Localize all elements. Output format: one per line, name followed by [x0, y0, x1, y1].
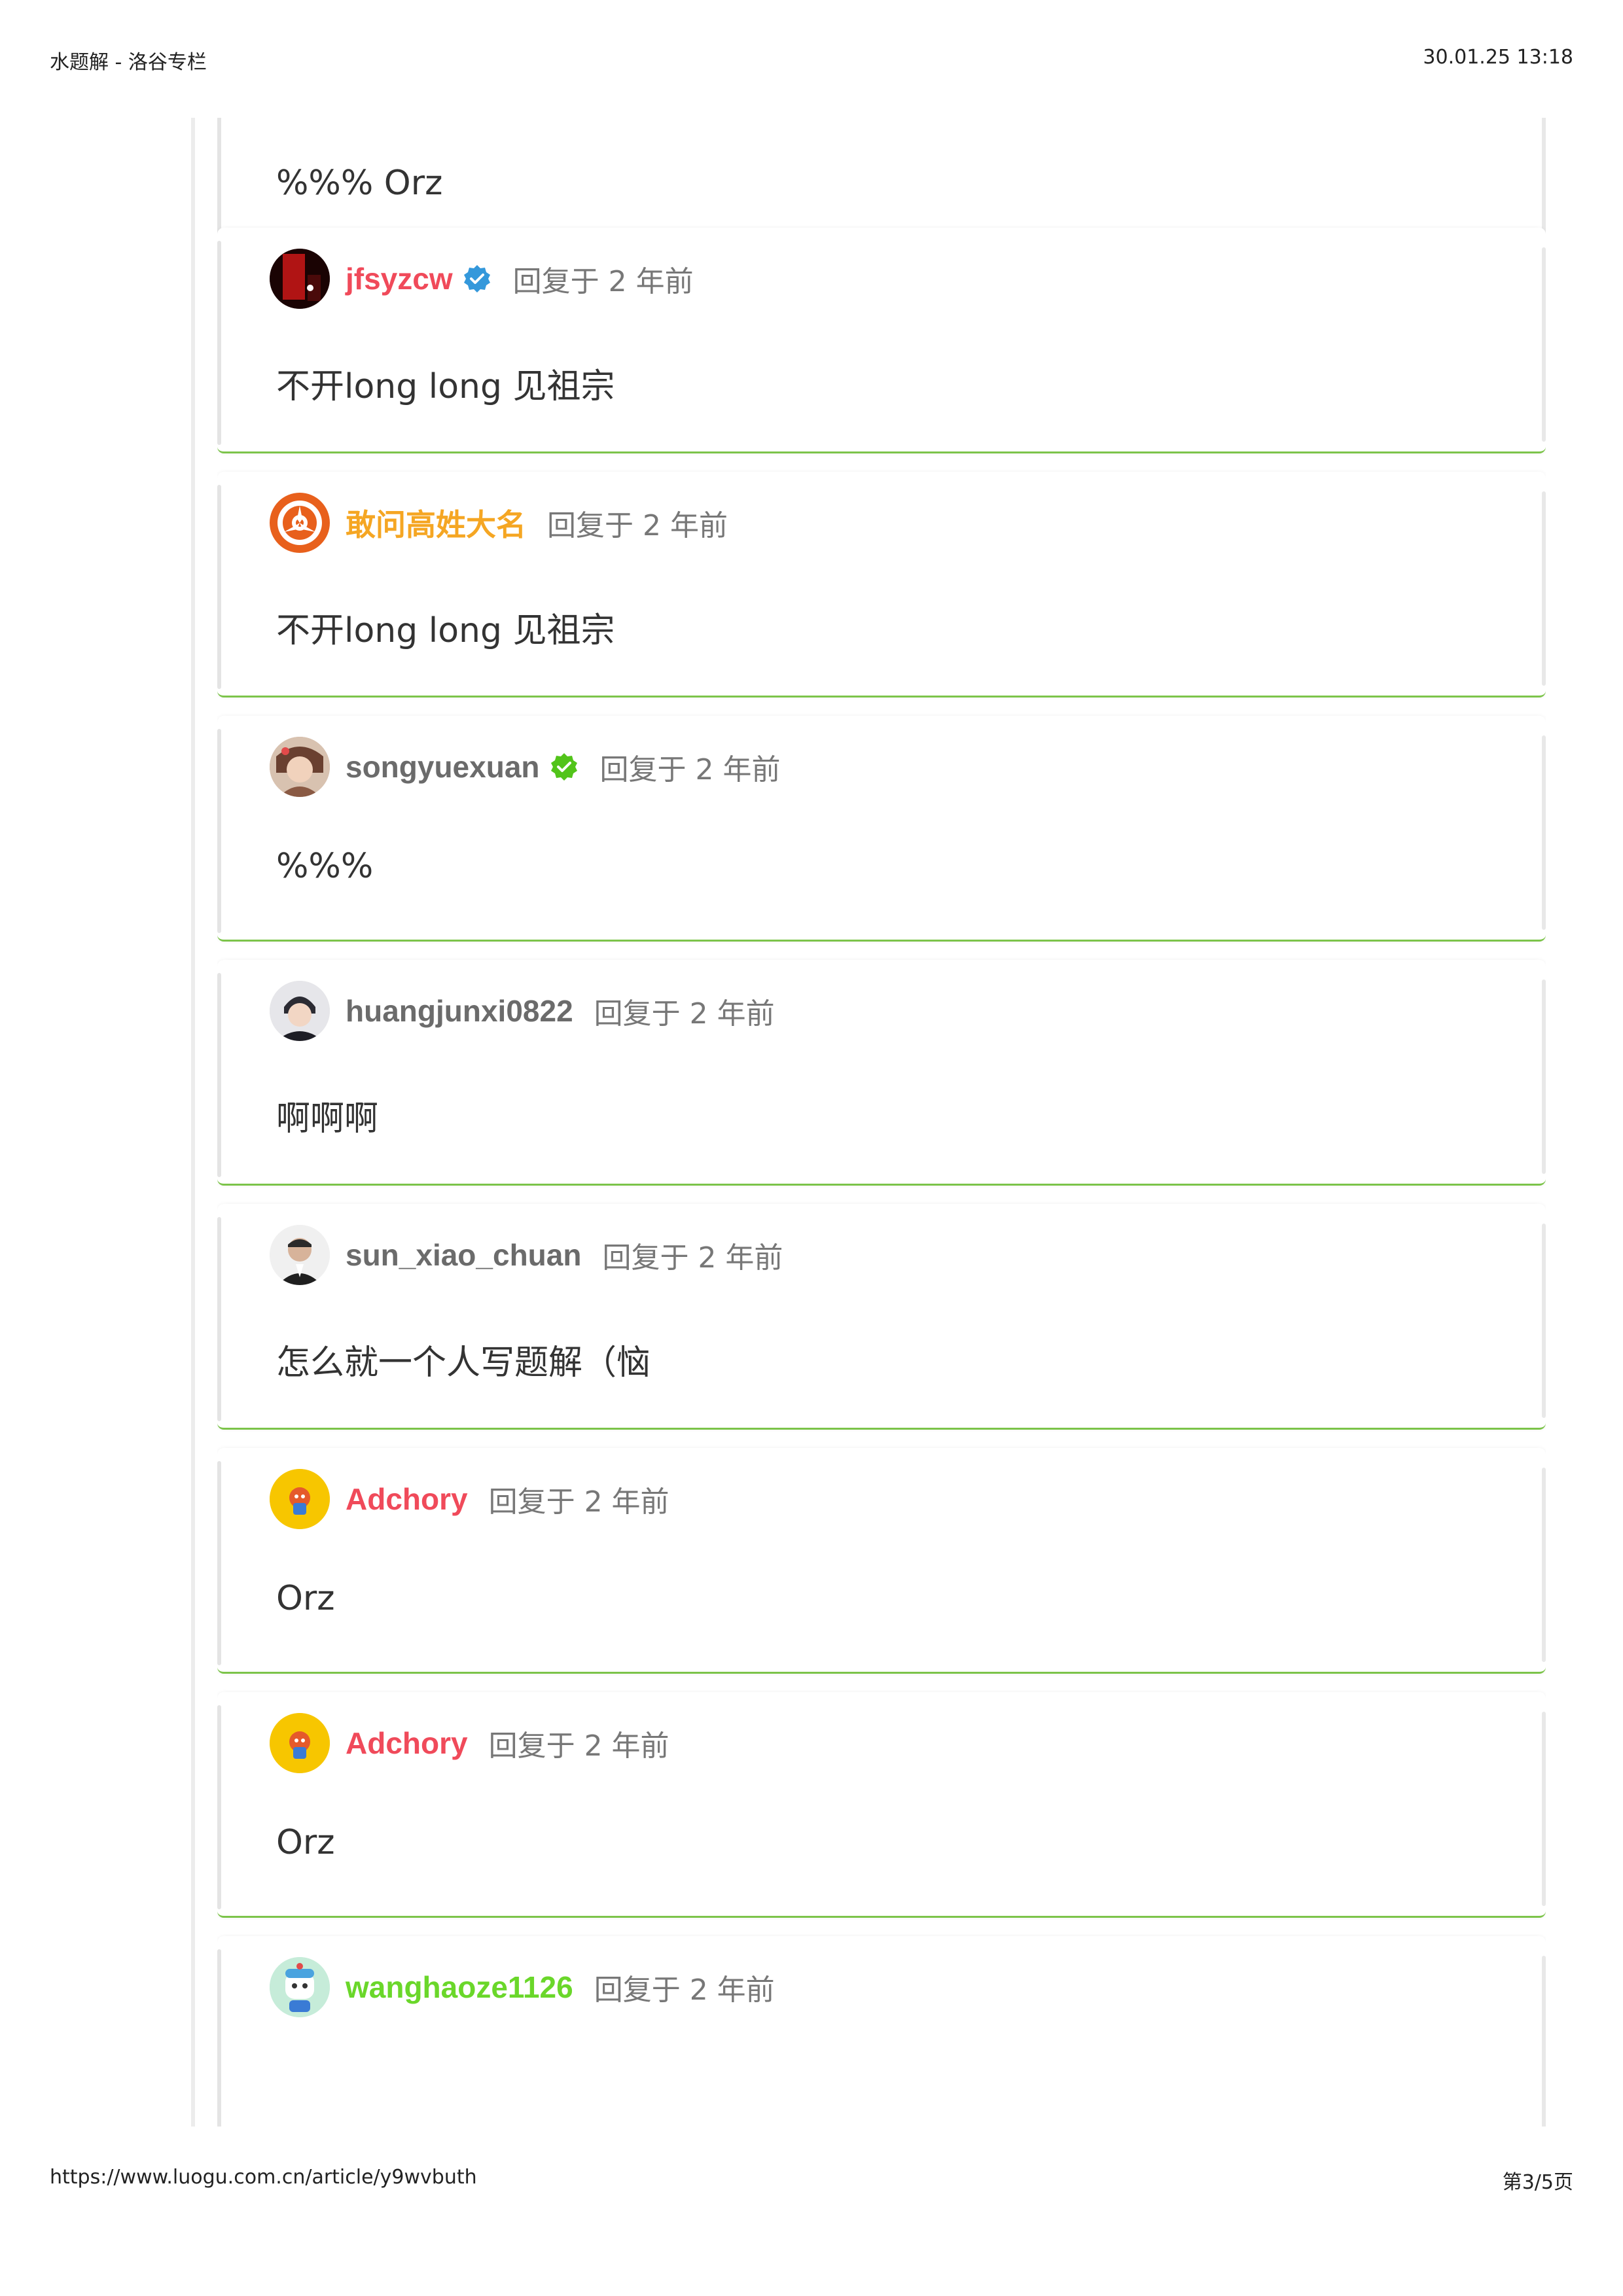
username-link[interactable]: wanghaoze1126: [346, 1969, 573, 2005]
reply-time: 回复于 2 年前: [488, 1485, 669, 1519]
comment-text: 不开long long 见祖宗: [276, 367, 615, 406]
page-title: 水题解 - 洛谷专栏: [50, 51, 207, 74]
reply-time: 回复于 2 年前: [599, 753, 781, 786]
username-link[interactable]: Adchory: [346, 1725, 468, 1761]
reply-time: 回复于 2 年前: [594, 1973, 775, 2007]
comment-text: Orz: [276, 1823, 335, 1862]
man-portrait-icon: [270, 1225, 330, 1285]
avatar[interactable]: [270, 981, 330, 1041]
username-link[interactable]: jfsyzcw: [346, 261, 453, 296]
reply-time: 回复于 2 年前: [594, 997, 775, 1031]
comment-meta: Adchory 回复于 2 年前: [270, 1712, 669, 1775]
comment-card: Adchory 回复于 2 年前 Orz: [217, 1692, 1546, 1918]
comment-meta: huangjunxi0822 回复于 2 年前: [270, 980, 775, 1042]
comment-card: jfsyzcw 回复于 2 年前 不开long long 见祖宗: [217, 228, 1546, 453]
comment-card: huangjunxi0822 回复于 2 年前 啊啊啊: [217, 960, 1546, 1186]
comment-card: wanghaoze1126 回复于 2 年前: [217, 1936, 1546, 2127]
blue-cartoon-icon: [270, 1957, 330, 2017]
comment-meta: songyuexuan 回复于 2 年前: [270, 735, 780, 798]
reply-time: 回复于 2 年前: [602, 1241, 783, 1275]
avatar[interactable]: [270, 249, 330, 309]
comment-text: %%% Orz: [276, 164, 443, 203]
username-link[interactable]: huangjunxi0822: [346, 993, 573, 1029]
yellow-cartoon-icon: [270, 1713, 330, 1773]
username-link[interactable]: Adchory: [346, 1481, 468, 1517]
comment-text: 不开long long 见祖宗: [276, 611, 615, 650]
comment-text: %%%: [276, 847, 374, 886]
avatar[interactable]: [270, 737, 330, 797]
reply-time: 回复于 2 年前: [512, 265, 694, 298]
green-check-icon: [550, 753, 577, 781]
comment-meta: jfsyzcw 回复于 2 年前: [270, 247, 694, 310]
dark-red-portrait-icon: [270, 249, 330, 309]
comment-meta: sun_xiao_chuan 回复于 2 年前: [270, 1224, 783, 1286]
comment-card: songyuexuan 回复于 2 年前 %%%: [217, 716, 1546, 942]
username-link[interactable]: sun_xiao_chuan: [346, 1237, 581, 1273]
print-footer: https://www.luogu.com.cn/article/y9wvbut…: [50, 2166, 1573, 2194]
blue-check-icon: [463, 265, 490, 292]
reply-time: 回复于 2 年前: [488, 1729, 669, 1763]
page-number: 第3/5页: [1502, 2171, 1573, 2194]
comment-text: 怎么就一个人写题解（恼: [276, 1343, 651, 1383]
avatar[interactable]: [270, 1225, 330, 1285]
comment-card: 敢问高姓大名 回复于 2 年前 不开long long 见祖宗: [217, 472, 1546, 698]
comment-list: %%% Orz jfsyzcw 回复于 2 年前 不开long long 见祖宗: [217, 118, 1546, 2127]
orange-wheel-icon: [271, 494, 329, 552]
avatar[interactable]: [270, 1957, 330, 2017]
avatar[interactable]: [270, 1713, 330, 1773]
comment-text: Orz: [276, 1579, 335, 1618]
reply-time: 回复于 2 年前: [547, 509, 728, 542]
avatar[interactable]: [270, 493, 330, 553]
yellow-cartoon-icon: [270, 1469, 330, 1529]
comment-meta: wanghaoze1126 回复于 2 年前: [270, 1956, 775, 2019]
username-link[interactable]: songyuexuan: [346, 749, 540, 785]
thread-line: [191, 118, 195, 2127]
print-datetime: 30.01.25 13:18: [1423, 46, 1573, 69]
page-url: https://www.luogu.com.cn/article/y9wvbut…: [50, 2166, 477, 2189]
person-portrait-icon: [270, 981, 330, 1041]
comment-card: Adchory 回复于 2 年前 Orz: [217, 1448, 1546, 1674]
avatar[interactable]: [270, 1469, 330, 1529]
comment-text: 啊啊啊: [276, 1099, 379, 1139]
anime-portrait-icon: [270, 737, 330, 797]
comment-meta: Adchory 回复于 2 年前: [270, 1468, 669, 1530]
comment-meta: 敢问高姓大名 回复于 2 年前: [270, 491, 728, 554]
print-header: 水题解 - 洛谷专栏 30.01.25 13:18: [50, 46, 1573, 74]
username-link[interactable]: 敢问高姓大名: [346, 501, 526, 544]
comment-card: sun_xiao_chuan 回复于 2 年前 怎么就一个人写题解（恼: [217, 1204, 1546, 1430]
